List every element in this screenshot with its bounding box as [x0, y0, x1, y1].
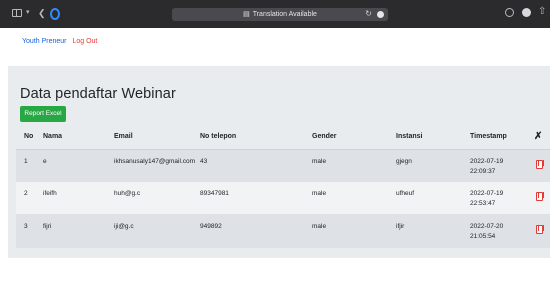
- cell-nama: ifeifh: [43, 190, 57, 197]
- reload-icon[interactable]: ↻: [365, 9, 372, 18]
- top-navigation: Youth Preneur Log Out: [22, 38, 101, 45]
- cell-date: 2022-07-19: [470, 158, 504, 165]
- download-icon[interactable]: [505, 8, 514, 17]
- column-header-email: Email: [114, 133, 133, 140]
- extension-puzzle-icon[interactable]: [522, 8, 531, 17]
- cell-nama: fijri: [43, 223, 52, 230]
- nav-link-logout[interactable]: Log Out: [72, 38, 97, 45]
- cell-nama: e: [43, 158, 47, 165]
- share-icon[interactable]: ⇧: [538, 7, 546, 17]
- cell-no: 1: [24, 158, 28, 165]
- cell-telepon: 949892: [200, 223, 222, 230]
- cell-time: 22:53:47: [470, 200, 496, 207]
- back-arrow-icon[interactable]: ❮: [38, 8, 46, 18]
- cell-date: 2022-07-20: [470, 223, 504, 230]
- trash-icon[interactable]: [536, 160, 544, 169]
- translate-icon: ▤: [243, 11, 250, 18]
- cell-time: 21:05:54: [470, 233, 496, 240]
- cell-telepon: 43: [200, 158, 208, 165]
- table-header: No Nama Email No telepon Gender Instansi…: [16, 123, 550, 150]
- page-title: Data pendaftar Webinar: [20, 86, 176, 102]
- cell-instansi: gjegn: [396, 158, 412, 165]
- translation-available-label: ▤ Translation Available: [172, 10, 388, 18]
- column-header-no: No: [24, 133, 34, 140]
- column-header-instansi: Instansi: [396, 133, 423, 140]
- address-bar[interactable]: ▤ Translation Available ↻: [172, 8, 388, 21]
- extension-icon[interactable]: [377, 11, 384, 18]
- cell-gender: male: [312, 190, 327, 197]
- table-row: 2 ifeifh huh@g.c 89347981 male ufheuf 20…: [16, 182, 550, 214]
- column-header-gender: Gender: [312, 133, 337, 140]
- sidebar-toggle-icon[interactable]: [12, 9, 22, 17]
- cell-email: huh@g.c: [114, 190, 141, 197]
- url-text: Translation Available: [252, 11, 317, 18]
- privacy-shield-icon[interactable]: [50, 8, 60, 20]
- chevron-down-icon[interactable]: ▾: [26, 8, 30, 18]
- nav-link-home[interactable]: Youth Preneur: [22, 38, 67, 45]
- cell-gender: male: [312, 223, 327, 230]
- column-header-telepon: No telepon: [200, 133, 237, 140]
- cell-email: ikhsanusaly147@gmail.com: [114, 158, 196, 165]
- trash-icon[interactable]: [536, 225, 544, 234]
- cell-time: 22:09:37: [470, 168, 496, 175]
- cell-no: 2: [24, 190, 28, 197]
- cell-instansi: ufheuf: [396, 190, 415, 197]
- table-row: 1 e ikhsanusaly147@gmail.com 43 male gje…: [16, 150, 550, 182]
- report-excel-button[interactable]: Report Excel: [20, 106, 66, 122]
- wrench-icon: ✗: [534, 131, 543, 142]
- cell-telepon: 89347981: [200, 190, 229, 197]
- cell-instansi: ifjir: [396, 223, 405, 230]
- table-row: 3 fijri iji@g.c 949892 male ifjir 2022-0…: [16, 214, 550, 248]
- trash-icon[interactable]: [536, 192, 544, 201]
- cell-email: iji@g.c: [114, 223, 134, 230]
- browser-toolbar: ▾ ❮ ▤ Translation Available ↻ ⇧: [0, 0, 550, 28]
- column-header-nama: Nama: [43, 133, 63, 140]
- cell-date: 2022-07-19: [470, 190, 504, 197]
- cell-no: 3: [24, 223, 28, 230]
- cell-gender: male: [312, 158, 327, 165]
- column-header-timestamp: Timestamp: [470, 133, 507, 140]
